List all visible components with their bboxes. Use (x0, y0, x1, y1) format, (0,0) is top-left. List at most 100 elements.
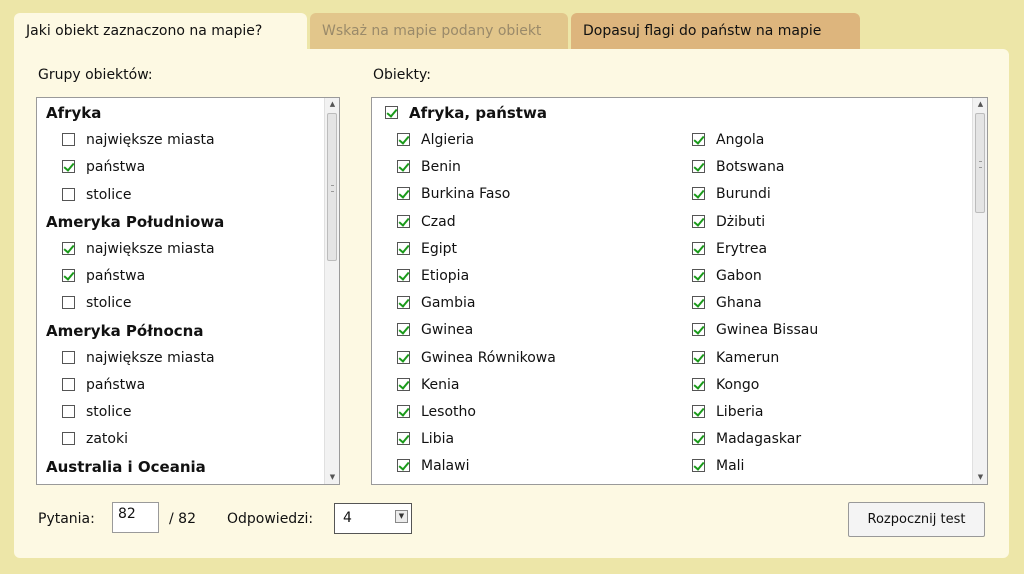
tab-match-flags[interactable]: Dopasuj flagi do państw na mapie (571, 13, 860, 49)
checkbox[interactable] (692, 133, 705, 146)
checkbox[interactable] (62, 405, 75, 419)
object-item-label: Kenia (421, 376, 460, 393)
checkbox[interactable] (692, 432, 705, 446)
checkbox[interactable] (62, 160, 75, 174)
group-title: Ameryka Południowa (46, 212, 225, 231)
object-item-label: Gwinea Równikowa (421, 349, 556, 366)
object-item-label: Benin (421, 159, 461, 176)
checkbox[interactable] (692, 160, 705, 174)
checkbox[interactable] (692, 187, 705, 201)
checkbox[interactable] (692, 350, 705, 364)
checkbox[interactable] (692, 269, 705, 282)
object-item-label: Czad (421, 213, 456, 230)
object-item-label: Burkina Faso (421, 186, 511, 203)
checkbox[interactable] (62, 350, 75, 364)
checkbox[interactable] (62, 432, 75, 446)
tab-point-object[interactable]: Wskaż na mapie podany obiekt (310, 13, 568, 49)
group-item-label: największe miasta (86, 241, 215, 257)
checkbox[interactable] (397, 214, 410, 228)
checkbox[interactable] (397, 241, 410, 255)
object-item-label: Erytrea (716, 240, 768, 257)
object-item-label: Egipt (421, 240, 457, 257)
answers-label: Odpowiedzi: (227, 511, 314, 527)
group-item-label: zatoki (86, 431, 128, 448)
object-item-label: Lesotho (421, 404, 476, 420)
object-item-label: Kamerun (716, 349, 780, 366)
scroll-thumb[interactable] (975, 113, 985, 213)
group-item-label: stolice (86, 186, 132, 203)
objects-group-title: Afryka, państwa (409, 104, 547, 122)
scroll-down-arrow-icon[interactable]: ▼ (973, 471, 987, 484)
checkbox[interactable] (692, 296, 705, 310)
checkbox[interactable] (62, 378, 75, 391)
object-item-label: Malawi (421, 458, 470, 475)
questions-label: Pytania: (38, 511, 95, 527)
group-item-label: państwa (86, 377, 146, 393)
object-item-label: Angola (716, 132, 765, 148)
checkbox[interactable] (385, 106, 398, 119)
object-item-label: Kongo (716, 376, 760, 393)
scroll-down-arrow-icon[interactable]: ▼ (325, 471, 339, 484)
checkbox[interactable] (397, 323, 410, 337)
group-item-label: największe miasta (86, 132, 215, 149)
checkbox[interactable] (397, 350, 410, 364)
groups-scrollbar[interactable]: ▲ ▼ (324, 98, 339, 484)
scroll-thumb[interactable] (327, 113, 337, 261)
object-item-label: Botswana (716, 159, 785, 176)
questions-total: / 82 (169, 511, 196, 527)
group-item-label: stolice (86, 295, 132, 312)
group-title: Afryka (46, 104, 102, 122)
groups-heading: Grupy obiektów: (38, 67, 153, 83)
checkbox[interactable] (397, 459, 410, 473)
object-item-label: Etiopia (421, 268, 470, 284)
object-item-label: Madagaskar (716, 431, 802, 448)
checkbox[interactable] (692, 405, 705, 418)
scroll-up-arrow-icon[interactable]: ▲ (973, 98, 987, 111)
checkbox[interactable] (397, 187, 410, 201)
object-item-label: Dżibuti (716, 213, 766, 230)
object-groups-list[interactable]: Afryka największe miasta państwa stolice Ame… (36, 97, 340, 485)
object-item-label: Gwinea Bissau (716, 322, 819, 339)
checkbox[interactable] (397, 405, 410, 418)
questions-count-input[interactable]: 82 (112, 502, 159, 533)
checkbox[interactable] (692, 459, 705, 473)
checkbox[interactable] (62, 187, 75, 201)
group-item-label: państwa (86, 159, 146, 176)
group-item-label: stolice (86, 404, 132, 421)
checkbox[interactable] (692, 214, 705, 228)
answers-count-select[interactable]: 4 ▼ (334, 503, 412, 534)
checkbox[interactable] (62, 242, 75, 255)
group-item-label: państwa (86, 268, 146, 285)
objects-list[interactable]: Afryka, państwa Algieria Benin Burkina Faso… (371, 97, 988, 485)
scroll-up-arrow-icon[interactable]: ▲ (325, 98, 339, 111)
tab-which-object[interactable]: Jaki obiekt zaznaczono na mapie? (14, 13, 307, 49)
checkbox[interactable] (397, 133, 410, 146)
checkbox[interactable] (692, 377, 705, 391)
group-title: Australia i Oceania (46, 457, 206, 476)
checkbox[interactable] (692, 323, 705, 337)
checkbox[interactable] (62, 133, 75, 147)
dropdown-arrow-icon[interactable]: ▼ (395, 510, 408, 523)
objects-scrollbar[interactable]: ▲ ▼ (972, 98, 987, 484)
checkbox[interactable] (692, 241, 705, 255)
object-item-label: Burundi (716, 186, 771, 203)
object-item-label: Algieria (421, 132, 475, 148)
start-test-button[interactable]: Rozpocznij test (848, 502, 985, 537)
checkbox[interactable] (62, 269, 75, 283)
object-item-label: Ghana (716, 295, 762, 312)
object-item-label: Liberia (716, 404, 764, 420)
checkbox[interactable] (397, 432, 410, 446)
checkbox[interactable] (397, 377, 410, 391)
answers-count-value: 4 (343, 510, 352, 526)
checkbox[interactable] (397, 296, 410, 310)
checkbox[interactable] (62, 296, 75, 310)
object-item-label: Gabon (716, 268, 762, 284)
quiz-settings-panel: Grupy obiektów: Obiekty: Afryka największ… (14, 49, 1009, 558)
object-item-label: Mali (716, 458, 745, 475)
object-item-label: Gwinea (421, 322, 474, 339)
group-item-label: największe miasta (86, 349, 215, 366)
object-item-label: Gambia (421, 295, 476, 312)
object-item-label: Libia (421, 431, 455, 448)
checkbox[interactable] (397, 269, 410, 282)
checkbox[interactable] (397, 160, 410, 174)
